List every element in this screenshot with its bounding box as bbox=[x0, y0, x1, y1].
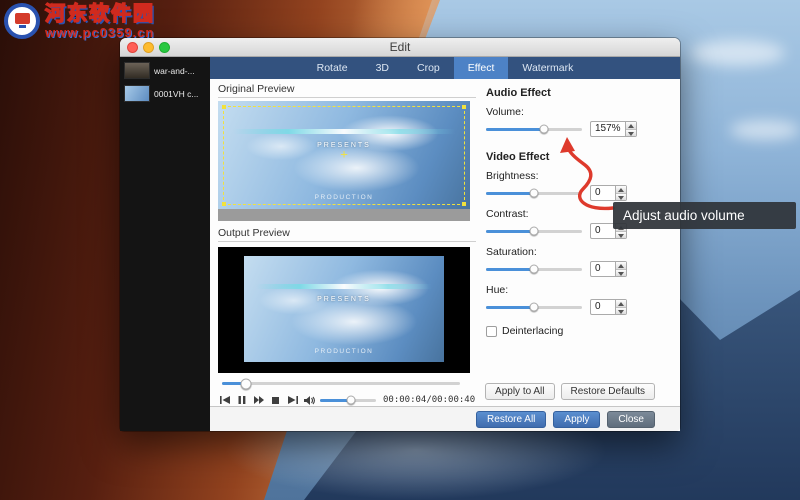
window-title: Edit bbox=[390, 40, 411, 54]
brightness-decrement-button[interactable] bbox=[616, 193, 626, 201]
watermark-logo-icon bbox=[4, 3, 40, 39]
zoom-window-button[interactable] bbox=[159, 42, 170, 53]
crop-center-cross-icon: + bbox=[340, 147, 348, 160]
desktop: 河东软件园 www.pc0359.cn Edit war-and-... bbox=[0, 0, 800, 500]
saturation-decrement-button[interactable] bbox=[616, 269, 626, 277]
video-effect-heading: Video Effect bbox=[486, 151, 674, 163]
seek-bar[interactable] bbox=[222, 382, 460, 385]
contrast-decrement-button[interactable] bbox=[616, 231, 626, 239]
watermark-site-name: 河东软件园 bbox=[45, 3, 155, 25]
contrast-value: 0 bbox=[591, 224, 615, 238]
apply-to-all-button[interactable]: Apply to All bbox=[485, 383, 554, 400]
stop-button[interactable] bbox=[269, 394, 282, 406]
video-title: 0001VH c... bbox=[154, 89, 198, 99]
tab-crop[interactable]: Crop bbox=[403, 57, 454, 79]
player-volume-slider[interactable] bbox=[320, 399, 376, 402]
minimize-window-button[interactable] bbox=[143, 42, 154, 53]
original-preview-label: Original Preview bbox=[218, 83, 476, 98]
saturation-label: Saturation: bbox=[486, 246, 674, 258]
hue-decrement-button[interactable] bbox=[616, 307, 626, 315]
output-preview-label: Output Preview bbox=[218, 227, 476, 242]
edit-tab-bar: Rotate 3D Crop Effect Watermark bbox=[210, 57, 680, 79]
playback-time: 00:00:04/00:00:40 bbox=[383, 395, 475, 405]
transport-controls: 00:00:04/00:00:40 bbox=[218, 394, 476, 406]
next-button[interactable] bbox=[286, 394, 299, 406]
list-item[interactable]: 0001VH c... bbox=[120, 82, 210, 105]
restore-all-button[interactable]: Restore All bbox=[476, 411, 546, 428]
volume-slider[interactable] bbox=[486, 128, 582, 131]
saturation-slider[interactable] bbox=[486, 268, 582, 271]
title-streak bbox=[256, 284, 432, 289]
hue-value: 0 bbox=[591, 300, 615, 314]
deinterlacing-checkbox[interactable] bbox=[486, 326, 497, 337]
saturation-spinner[interactable]: 0 bbox=[590, 261, 627, 277]
preview-column: Original Preview PRESENTS PRODUCTION + bbox=[218, 83, 476, 406]
overlay-text: PRODUCTION bbox=[244, 348, 444, 355]
overlay-text: PRESENTS bbox=[244, 296, 444, 303]
video-thumbnail bbox=[124, 85, 150, 102]
saturation-slider-knob[interactable] bbox=[530, 265, 539, 274]
output-preview-frame: PRESENTS PRODUCTION bbox=[244, 256, 444, 362]
tab-rotate[interactable]: Rotate bbox=[303, 57, 362, 79]
tab-watermark[interactable]: Watermark bbox=[508, 57, 587, 79]
brightness-label: Brightness: bbox=[486, 170, 674, 182]
volume-slider-knob[interactable] bbox=[539, 125, 548, 134]
player-volume-knob[interactable] bbox=[346, 396, 355, 405]
brightness-spinner[interactable]: 0 bbox=[590, 185, 627, 201]
deinterlacing-label: Deinterlacing bbox=[502, 325, 563, 337]
letterbox-bar bbox=[218, 209, 470, 221]
title-bar[interactable]: Edit bbox=[120, 38, 680, 57]
video-title: war-and-... bbox=[154, 66, 195, 76]
watermark-url: www.pc0359.cn bbox=[45, 25, 155, 40]
volume-value: 157% bbox=[591, 122, 625, 136]
seek-knob[interactable] bbox=[240, 378, 251, 389]
close-window-button[interactable] bbox=[127, 42, 138, 53]
wallpaper-cloud bbox=[690, 40, 785, 66]
hue-spinner[interactable]: 0 bbox=[590, 299, 627, 315]
brightness-slider[interactable] bbox=[486, 192, 582, 195]
volume-label: Volume: bbox=[486, 106, 674, 118]
annotation-callout: Adjust audio volume bbox=[613, 202, 796, 229]
video-thumbnail bbox=[124, 62, 150, 79]
volume-spinner[interactable]: 157% bbox=[590, 121, 637, 137]
speaker-icon[interactable] bbox=[303, 394, 316, 406]
site-watermark: 河东软件园 www.pc0359.cn bbox=[4, 3, 155, 40]
contrast-slider[interactable] bbox=[486, 230, 582, 233]
crop-selection-box[interactable]: + bbox=[223, 106, 465, 205]
output-preview: PRESENTS PRODUCTION bbox=[218, 247, 470, 373]
annotation-text: Adjust audio volume bbox=[623, 208, 745, 223]
previous-button[interactable] bbox=[218, 394, 231, 406]
wallpaper-cloud bbox=[730, 120, 800, 140]
brightness-value: 0 bbox=[591, 186, 615, 200]
volume-decrement-button[interactable] bbox=[626, 129, 636, 137]
original-preview: PRESENTS PRODUCTION + bbox=[218, 101, 470, 221]
contrast-slider-knob[interactable] bbox=[530, 227, 539, 236]
list-item[interactable]: war-and-... bbox=[120, 59, 210, 82]
audio-effect-heading: Audio Effect bbox=[486, 87, 674, 99]
tab-3d[interactable]: 3D bbox=[362, 57, 403, 79]
media-list-sidebar: war-and-... 0001VH c... bbox=[120, 57, 210, 431]
restore-defaults-button[interactable]: Restore Defaults bbox=[561, 383, 655, 400]
close-button[interactable]: Close bbox=[607, 411, 655, 428]
hue-slider[interactable] bbox=[486, 306, 582, 309]
hue-label: Hue: bbox=[486, 284, 674, 296]
pause-button[interactable] bbox=[235, 394, 248, 406]
brightness-slider-knob[interactable] bbox=[530, 189, 539, 198]
apply-button[interactable]: Apply bbox=[553, 411, 600, 428]
fast-forward-button[interactable] bbox=[252, 394, 265, 406]
saturation-value: 0 bbox=[591, 262, 615, 276]
edit-window: Edit war-and-... 0001VH c... Rotate 3D bbox=[120, 38, 680, 431]
tab-effect[interactable]: Effect bbox=[454, 57, 509, 79]
hue-slider-knob[interactable] bbox=[530, 303, 539, 312]
dialog-footer: Restore All Apply Close bbox=[210, 406, 680, 431]
